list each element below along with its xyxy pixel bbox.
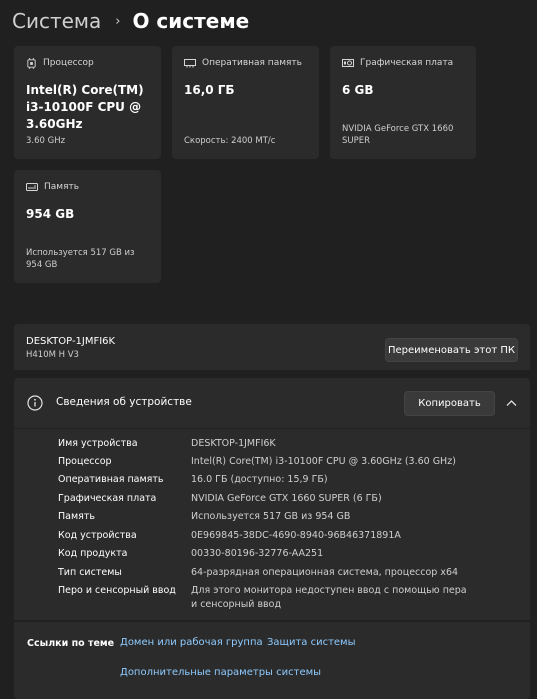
spec-value: Для этого монитора недоступен ввод с пом… — [191, 585, 467, 610]
cpu-card: Процессор Intel(R) Core(TM) i3-10100F CP… — [14, 46, 161, 159]
advanced-system-settings-link[interactable]: Дополнительные параметры системы — [120, 667, 321, 678]
breadcrumb: Система › О системе — [12, 6, 249, 36]
gpu-icon — [342, 59, 354, 67]
spec-key: Память — [58, 511, 95, 522]
page-title: О системе — [132, 9, 250, 33]
storage-icon — [26, 183, 38, 191]
rename-pc-button[interactable]: Переименовать этот ПК — [385, 338, 518, 362]
gpu-value: 6 GB — [342, 83, 374, 97]
spec-key: Имя устройства — [58, 438, 138, 449]
storage-usage: Используется 517 GB из 954 GB — [26, 248, 135, 270]
info-icon — [27, 395, 43, 411]
spec-key: Графическая плата — [58, 493, 157, 504]
device-specs-title: Сведения об устройстве — [56, 396, 192, 408]
spec-key: Перо и сенсорный ввод — [58, 585, 176, 596]
spec-value: NVIDIA GeForce GTX 1660 SUPER (6 ГБ) — [191, 493, 382, 504]
chevron-up-icon[interactable] — [506, 399, 517, 407]
cpu-value: Intel(R) Core(TM) i3-10100F CPU @ 3.60GH… — [26, 83, 144, 131]
system-protection-link[interactable]: Защита системы — [267, 637, 356, 648]
ram-label: Оперативная память — [202, 58, 302, 68]
related-links: Ссылки по теме Домен или рабочая группа … — [14, 622, 530, 699]
ram-value: 16,0 ГБ — [184, 83, 235, 97]
storage-card: Память 954 GB Используется 517 GB из 954… — [14, 170, 161, 283]
spec-key: Процессор — [58, 456, 112, 467]
spec-key: Тип системы — [58, 567, 122, 578]
breadcrumb-parent[interactable]: Система — [12, 9, 101, 33]
cpu-label: Процессор — [43, 58, 94, 68]
breadcrumb-separator: › — [115, 13, 121, 29]
spec-value: Используется 517 GB из 954 GB — [191, 511, 351, 522]
device-specs-list: Имя устройства DESKTOP-1JMFI6K Процессор… — [14, 429, 530, 620]
memory-icon — [184, 59, 196, 68]
copy-button[interactable]: Копировать — [404, 391, 495, 416]
spec-value: Intel(R) Core(TM) i3-10100F CPU @ 3.60GH… — [191, 456, 456, 467]
spec-key: Код продукта — [58, 548, 128, 559]
cpu-icon — [27, 57, 36, 69]
gpu-label: Графическая плата — [360, 58, 454, 68]
related-links-title: Ссылки по теме — [27, 638, 115, 649]
spec-value: DESKTOP-1JMFI6K — [191, 438, 276, 449]
spec-value: 16.0 ГБ (доступно: 15,9 ГБ) — [191, 474, 328, 485]
storage-label: Память — [44, 182, 80, 192]
cpu-speed: 3.60 GHz — [26, 136, 66, 146]
spec-key: Оперативная память — [58, 474, 164, 485]
spec-value: 00330-80196-32776-AA251 — [191, 548, 324, 559]
gpu-model: NVIDIA GeForce GTX 1660 SUPER — [342, 124, 454, 146]
spec-value: 0E969845-38DC-4690-8940-96B46371891A — [191, 530, 401, 541]
spec-key: Код устройства — [58, 530, 137, 541]
storage-value: 954 GB — [26, 207, 75, 221]
ram-card: Оперативная память 16,0 ГБ Скорость: 240… — [172, 46, 319, 159]
spec-value: 64-разрядная операционная система, проце… — [191, 567, 459, 578]
domain-workgroup-link[interactable]: Домен или рабочая группа — [120, 637, 263, 648]
gpu-card: Графическая плата 6 GB NVIDIA GeForce GT… — [330, 46, 476, 159]
ram-speed: Скорость: 2400 МТ/с — [184, 136, 276, 146]
